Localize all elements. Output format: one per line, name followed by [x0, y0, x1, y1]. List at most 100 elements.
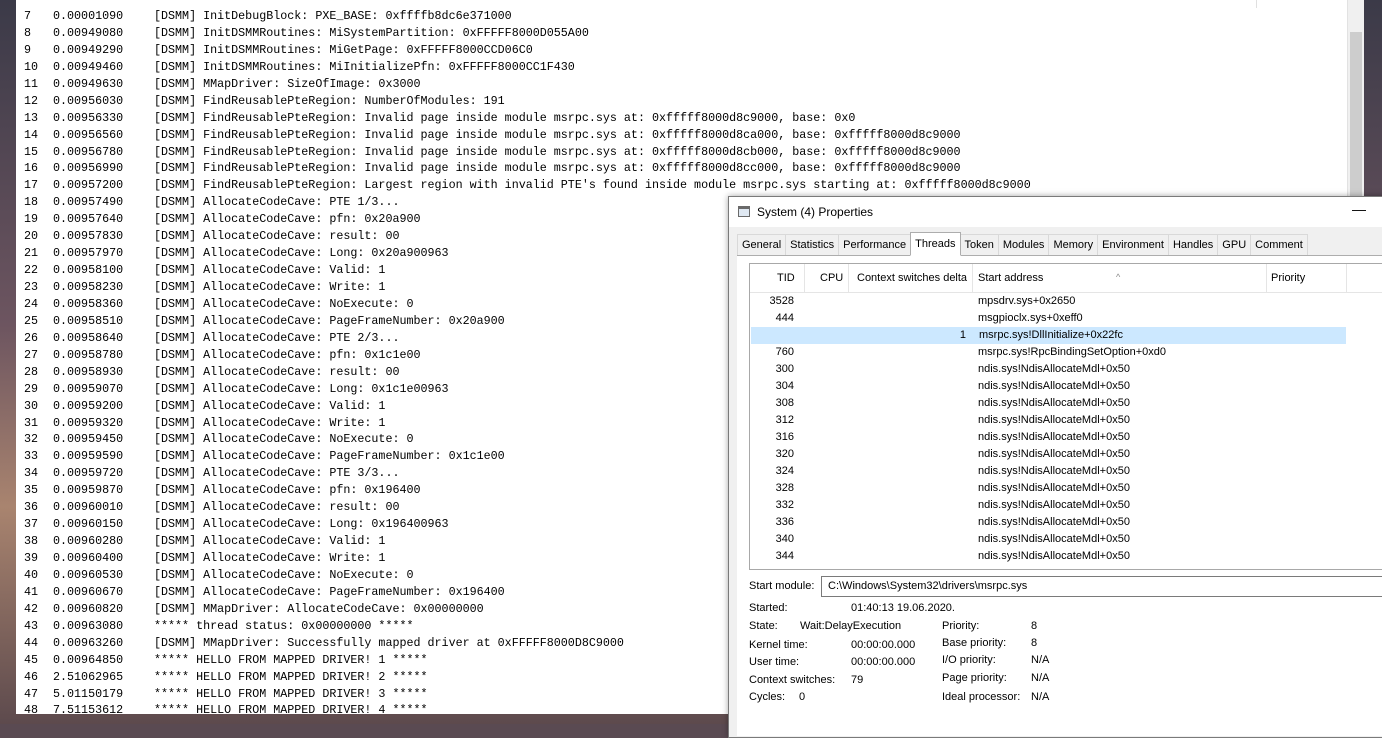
tab-threads[interactable]: Threads	[910, 232, 961, 256]
user-time-label: User time:	[749, 656, 800, 668]
tab-performance[interactable]: Performance	[838, 234, 912, 256]
thread-row[interactable]: 316 ndis.sys!NdisAllocateMdl+0x50	[750, 429, 1382, 446]
log-line-time: 0.00960010	[53, 500, 124, 515]
log-line-number: 9	[24, 42, 32, 57]
thread-row[interactable]: 3528 mpsdrv.sys+0x2650	[750, 293, 1382, 310]
thread-start-address: ndis.sys!NdisAllocateMdl+0x50	[978, 533, 1130, 545]
log-line-time: 0.00958640	[53, 330, 124, 345]
log-line-number: 40	[24, 567, 39, 582]
io-priority-label: I/O priority:	[942, 654, 996, 666]
log-line-message: [DSMM] InitDSMMRoutines: MiInitializePfn…	[154, 59, 575, 74]
log-line-time: 0.00958930	[53, 364, 124, 379]
column-divider	[1256, 0, 1257, 8]
log-line-time: 0.00949290	[53, 42, 124, 57]
log-line-number: 24	[24, 296, 39, 311]
log-line-message: [DSMM] AllocateCodeCave: PTE 2/3...	[154, 330, 400, 345]
thread-row[interactable]: 304 ndis.sys!NdisAllocateMdl+0x50	[750, 378, 1382, 395]
log-line-number: 22	[24, 263, 39, 278]
thread-tid: 344	[775, 550, 794, 562]
thread-tid: 332	[775, 499, 794, 511]
log-line-number: 11	[24, 76, 39, 91]
log-line-number: 12	[24, 93, 39, 108]
thread-start-address: msrpc.sys!RpcBindingSetOption+0xd0	[978, 346, 1167, 358]
threads-list-header: TID CPU Context switches delta Start add…	[750, 264, 1382, 293]
log-line-number: 29	[24, 381, 39, 396]
log-line-time: 0.00957970	[53, 246, 124, 261]
tab-statistics[interactable]: Statistics	[785, 234, 840, 256]
thread-start-address: ndis.sys!NdisAllocateMdl+0x50	[978, 550, 1130, 562]
user-time-value: 00:00:00.000	[851, 656, 916, 668]
log-line-message: [DSMM] AllocateCodeCave: Valid: 1	[154, 398, 386, 413]
log-line-number: 41	[24, 584, 39, 599]
threads-list[interactable]: TID CPU Context switches delta Start add…	[749, 263, 1382, 570]
log-line-time: 0.00949630	[53, 76, 124, 91]
log-line-message: [DSMM] AllocateCodeCave: Valid: 1	[154, 263, 386, 278]
log-line-time: 0.00959450	[53, 432, 124, 447]
kernel-time-label: Kernel time:	[749, 639, 808, 651]
cycles-label: Cycles:	[749, 691, 786, 703]
log-line-message: [DSMM] AllocateCodeCave: NoExecute: 0	[154, 432, 414, 447]
log-line-time: 0.00958100	[53, 263, 124, 278]
thread-start-address: ndis.sys!NdisAllocateMdl+0x50	[978, 380, 1130, 392]
thread-row[interactable]: 324 ndis.sys!NdisAllocateMdl+0x50	[750, 463, 1382, 480]
thread-tid: 336	[775, 516, 794, 528]
window-app-icon	[738, 206, 750, 217]
thread-row[interactable]: 340 ndis.sys!NdisAllocateMdl+0x50	[750, 531, 1382, 548]
log-line-number: 13	[24, 110, 39, 125]
start-module-field[interactable]: C:\Windows\System32\drivers\msrpc.sys	[821, 576, 1382, 597]
thread-tid: 308	[775, 397, 794, 409]
column-header-cpu[interactable]: CPU	[820, 272, 843, 284]
thread-row[interactable]: 308 ndis.sys!NdisAllocateMdl+0x50	[750, 395, 1382, 412]
log-line-time: 0.00958360	[53, 296, 124, 311]
log-line-message: ***** HELLO FROM MAPPED DRIVER! 1 *****	[154, 652, 428, 667]
tab-token[interactable]: Token	[959, 234, 999, 256]
log-line-time: 0.00959070	[53, 381, 124, 396]
tab-gpu[interactable]: GPU	[1217, 234, 1252, 256]
thread-start-address: ndis.sys!NdisAllocateMdl+0x50	[978, 397, 1130, 409]
thread-row[interactable]: 5260 1 msrpc.sys!DllInitialize+0x22fc	[751, 327, 1346, 344]
window-titlebar[interactable]: System (4) Properties —	[729, 197, 1382, 227]
thread-row[interactable]: 312 ndis.sys!NdisAllocateMdl+0x50	[750, 412, 1382, 429]
page-priority-value: N/A	[1031, 672, 1050, 684]
column-header-context-switches[interactable]: Context switches delta	[857, 272, 967, 284]
column-header-start-address[interactable]: Start address	[978, 272, 1043, 284]
thread-row[interactable]: 320 ndis.sys!NdisAllocateMdl+0x50	[750, 446, 1382, 463]
log-line: 7 0.00001090 [DSMM] InitDebugBlock: PXE_BA…	[24, 8, 1031, 25]
thread-row[interactable]: 344 ndis.sys!NdisAllocateMdl+0x50	[750, 548, 1382, 565]
column-header-tid[interactable]: TID	[777, 272, 795, 284]
tab-comment[interactable]: Comment	[1250, 234, 1308, 256]
column-header-priority[interactable]: Priority	[1271, 272, 1305, 284]
thread-tid: 760	[775, 346, 794, 358]
tab-modules[interactable]: Modules	[997, 234, 1050, 256]
log-line-time: 0.00960280	[53, 534, 124, 549]
log-line-message: ***** thread status: 0x00000000 *****	[154, 618, 414, 633]
start-module-label: Start module:	[749, 580, 815, 592]
log-line-number: 37	[24, 517, 39, 532]
log-line-time: 0.00960150	[53, 517, 124, 532]
log-line-time: 5.01150179	[53, 686, 124, 701]
thread-row[interactable]: 332 ndis.sys!NdisAllocateMdl+0x50	[750, 497, 1382, 514]
minimize-button[interactable]: —	[1349, 201, 1369, 221]
thread-start-address: msgpioclx.sys+0xeff0	[978, 312, 1083, 324]
log-line-time: 0.00949080	[53, 25, 124, 40]
process-properties-window[interactable]: System (4) Properties — General Statistic…	[728, 196, 1382, 738]
log-line: 9 0.00949290 [DSMM] InitDSMMRoutines: MiGe…	[24, 42, 1031, 59]
log-line-message: [DSMM] AllocateCodeCave: PTE 1/3...	[154, 195, 400, 210]
log-line-message: [DSMM] AllocateCodeCave: result: 00	[154, 229, 400, 244]
log-line-number: 38	[24, 534, 39, 549]
thread-row[interactable]: 760 msrpc.sys!RpcBindingSetOption+0xd0	[750, 344, 1382, 361]
log-line-number: 44	[24, 635, 39, 650]
thread-row[interactable]: 300 ndis.sys!NdisAllocateMdl+0x50	[750, 361, 1382, 378]
tab-handles[interactable]: Handles	[1167, 234, 1219, 256]
log-line-time: 0.00963260	[53, 635, 124, 650]
log-line-number: 8	[24, 25, 32, 40]
tab-memory[interactable]: Memory	[1048, 234, 1099, 256]
tab-general[interactable]: General	[737, 234, 787, 256]
log-line-message: [DSMM] AllocateCodeCave: NoExecute: 0	[154, 567, 414, 582]
log-line-message: [DSMM] AllocateCodeCave: PageFrameNumber…	[154, 584, 505, 599]
thread-row[interactable]: 444 msgpioclx.sys+0xeff0	[750, 310, 1382, 327]
tab-environment[interactable]: Environment	[1097, 234, 1169, 256]
log-line-number: 34	[24, 466, 39, 481]
thread-row[interactable]: 328 ndis.sys!NdisAllocateMdl+0x50	[750, 480, 1382, 497]
thread-row[interactable]: 336 ndis.sys!NdisAllocateMdl+0x50	[750, 514, 1382, 531]
